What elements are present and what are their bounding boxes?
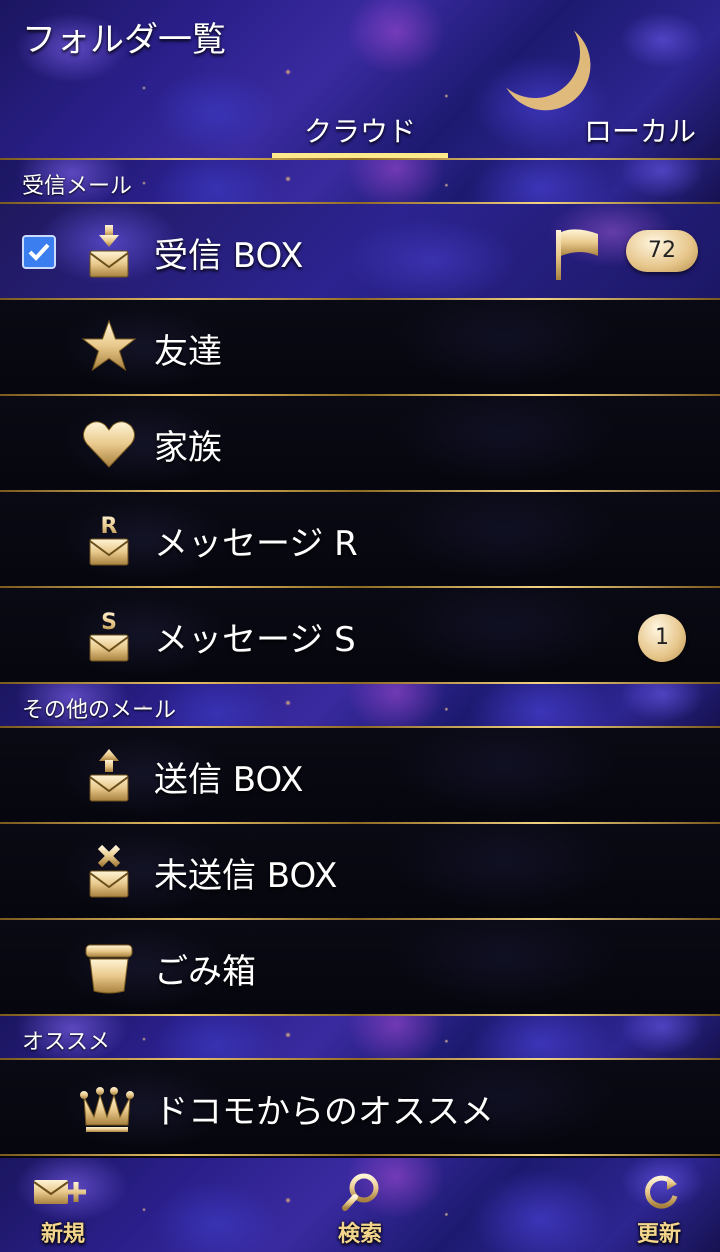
folder-label: 家族 xyxy=(154,428,222,468)
refresh-button[interactable]: 更新 xyxy=(604,1168,714,1248)
app-header: フォルダ一覧 クラウド ローカル xyxy=(0,0,720,160)
section-label: その他のメール xyxy=(22,698,177,723)
star-icon xyxy=(81,319,137,372)
folder-label: ごみ箱 xyxy=(154,952,256,992)
svg-text:R: R xyxy=(101,514,118,539)
search-label: 検索 xyxy=(337,1222,382,1247)
unread-count-badge: 72 xyxy=(626,230,698,272)
folder-label: メッセージ S xyxy=(154,620,356,660)
refresh-label: 更新 xyxy=(636,1222,681,1247)
heart-icon xyxy=(83,421,135,468)
folder-row-inbox[interactable]: 受信 BOX xyxy=(0,204,720,298)
message-s-icon: S xyxy=(89,610,129,662)
folder-row-outbox[interactable]: 送信 BOX xyxy=(0,728,720,822)
new-mail-button[interactable]: 新規 xyxy=(8,1168,118,1248)
inbox-checkbox[interactable] xyxy=(22,235,56,269)
folder-label: 友達 xyxy=(154,332,222,372)
tab-local[interactable]: ローカル xyxy=(560,110,720,150)
svg-text:S: S xyxy=(101,610,117,635)
section-header-inbox: 受信メール xyxy=(0,160,720,202)
folder-label: ドコモからのオススメ xyxy=(154,1092,494,1132)
message-r-icon: R xyxy=(89,514,129,566)
inbox-icon xyxy=(89,225,129,278)
divider xyxy=(0,1154,720,1156)
unsent-icon xyxy=(89,844,129,898)
check-icon xyxy=(28,243,50,261)
folder-row-unsent[interactable]: 未送信 BOX xyxy=(0,824,720,918)
folder-label: メッセージ R xyxy=(154,524,358,564)
folder-row-family[interactable]: 家族 xyxy=(0,396,720,490)
section-label: オススメ xyxy=(22,1030,111,1055)
folder-label: 受信 BOX xyxy=(154,236,304,276)
folder-row-recommend[interactable]: ドコモからのオススメ xyxy=(0,1060,720,1154)
folder-label: 送信 BOX xyxy=(154,760,304,800)
tab-cloud[interactable]: クラウド xyxy=(272,110,448,150)
outbox-icon xyxy=(89,749,129,802)
new-mail-label: 新規 xyxy=(40,1222,85,1247)
section-header-other: その他のメール xyxy=(0,684,720,726)
search-icon xyxy=(342,1173,379,1211)
folder-row-trash[interactable]: ごみ箱 xyxy=(0,920,720,1014)
section-label: 受信メール xyxy=(22,174,133,199)
moon-decoration xyxy=(477,0,592,111)
folder-row-message-r[interactable]: R メッセージ R xyxy=(0,492,720,586)
unread-count-badge: 1 xyxy=(638,614,686,662)
flag-icon[interactable] xyxy=(552,226,602,282)
section-header-recommend: オススメ xyxy=(0,1016,720,1058)
folder-label: 未送信 BOX xyxy=(154,856,338,896)
new-mail-icon xyxy=(33,1180,86,1204)
folder-row-message-s[interactable]: S メッセージ S xyxy=(0,588,720,682)
trash-icon xyxy=(85,944,133,994)
refresh-icon xyxy=(645,1175,678,1209)
crown-icon xyxy=(80,1087,134,1132)
search-button[interactable]: 検索 xyxy=(305,1168,415,1248)
bottom-toolbar: 新規 検索 更新 xyxy=(0,1158,720,1252)
folder-row-friends[interactable]: 友達 xyxy=(0,300,720,394)
page-title: フォルダ一覧 xyxy=(22,20,226,60)
